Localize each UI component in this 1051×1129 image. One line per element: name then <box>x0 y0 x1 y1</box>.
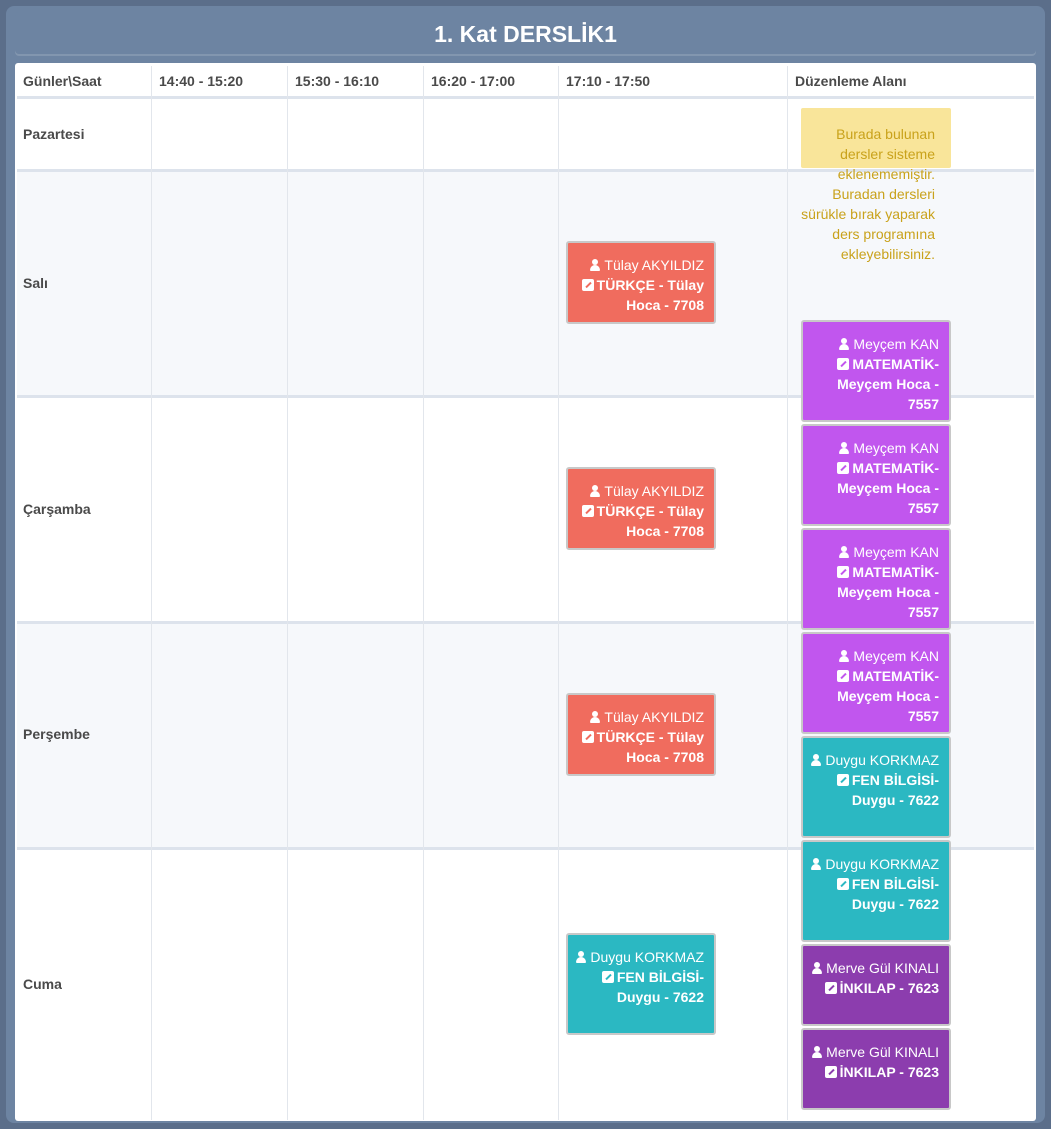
user-icon <box>838 650 850 662</box>
lesson-teacher: Tülay AKYILDIZ <box>604 483 704 499</box>
pool-course: MATEMATİK-Meyçem Hoca - 7557 <box>837 564 939 620</box>
pool-teacher: Meyçem KAN <box>853 544 939 560</box>
lesson-teacher: Duygu KORKMAZ <box>590 949 704 965</box>
user-icon <box>575 951 587 963</box>
pool-course: MATEMATİK-Meyçem Hoca - 7557 <box>837 356 939 412</box>
pool-card-inkilap[interactable]: Merve Gül KINALI İNKILAP - 7623 <box>801 944 951 1026</box>
pool-teacher: Merve Gül KINALI <box>826 960 939 976</box>
edit-icon <box>581 731 594 743</box>
pool-teacher: Duygu KORKMAZ <box>825 856 939 872</box>
column-divider <box>787 66 788 1120</box>
pool-card-matematik[interactable]: Meyçem KAN MATEMATİK-Meyçem Hoca - 7557 <box>801 320 951 422</box>
user-icon <box>810 754 822 766</box>
lesson-course: FEN BİLGİSİ-Duygu - 7622 <box>616 969 704 1005</box>
user-icon <box>811 1046 823 1058</box>
column-divider <box>151 66 152 1120</box>
pool-teacher: Meyçem KAN <box>853 336 939 352</box>
pool-course: FEN BİLGİSİ-Duygu - 7622 <box>851 876 939 912</box>
user-icon <box>811 962 823 974</box>
user-icon <box>838 442 850 454</box>
lesson-teacher: Tülay AKYILDIZ <box>604 709 704 725</box>
pool-course: MATEMATİK-Meyçem Hoca - 7557 <box>837 460 939 516</box>
pool-teacher: Meyçem KAN <box>853 440 939 456</box>
header-days-hours: Günler\Saat <box>23 73 102 89</box>
pool-course: İNKILAP - 7623 <box>839 1064 939 1080</box>
edit-icon <box>836 878 849 890</box>
day-label-carsamba: Çarşamba <box>23 501 91 517</box>
edit-icon <box>837 358 850 370</box>
edit-icon <box>837 670 850 682</box>
lesson-card-fen[interactable]: Duygu KORKMAZ FEN BİLGİSİ-Duygu - 7622 <box>566 933 716 1035</box>
lesson-teacher: Tülay AKYILDIZ <box>604 257 704 273</box>
edit-icon <box>824 1066 837 1078</box>
header-slot-3: 16:20 - 17:00 <box>431 73 516 89</box>
lesson-card-turkce[interactable]: Tülay AKYILDIZ TÜRKÇE - Tülay Hoca - 770… <box>566 693 716 776</box>
user-icon <box>589 259 601 271</box>
pool-course: İNKILAP - 7623 <box>839 980 939 996</box>
header-slot-1: 14:40 - 15:20 <box>159 73 244 89</box>
pool-course: MATEMATİK-Meyçem Hoca - 7557 <box>837 668 939 724</box>
user-icon <box>838 338 850 350</box>
day-label-persembe: Perşembe <box>23 726 90 742</box>
day-label-cuma: Cuma <box>23 976 62 992</box>
pool-card-matematik[interactable]: Meyçem KAN MATEMATİK-Meyçem Hoca - 7557 <box>801 632 951 734</box>
header-slot-4: 17:10 - 17:50 <box>566 73 651 89</box>
header-edit-area: Düzenleme Alanı <box>795 73 907 89</box>
day-label-pazartesi: Pazartesi <box>23 126 85 142</box>
pool-card-matematik[interactable]: Meyçem KAN MATEMATİK-Meyçem Hoca - 7557 <box>801 528 951 630</box>
pool-card-matematik[interactable]: Meyçem KAN MATEMATİK-Meyçem Hoca - 7557 <box>801 424 951 526</box>
pool-teacher: Duygu KORKMAZ <box>825 752 939 768</box>
edit-icon <box>837 462 850 474</box>
page-title: 1. Kat DERSLİK1 <box>15 12 1036 56</box>
pool-teacher: Meyçem KAN <box>853 648 939 664</box>
edit-icon <box>824 982 837 994</box>
lesson-card-turkce[interactable]: Tülay AKYILDIZ TÜRKÇE - Tülay Hoca - 770… <box>566 241 716 324</box>
lesson-course: TÜRKÇE - Tülay Hoca - 7708 <box>596 729 704 765</box>
lesson-course: TÜRKÇE - Tülay Hoca - 7708 <box>596 503 704 539</box>
user-icon <box>838 546 850 558</box>
user-icon <box>589 711 601 723</box>
lesson-course: TÜRKÇE - Tülay Hoca - 7708 <box>596 277 704 313</box>
pool-card-fen[interactable]: Duygu KORKMAZ FEN BİLGİSİ-Duygu - 7622 <box>801 840 951 942</box>
pool-card-inkilap[interactable]: Merve Gül KINALI İNKILAP - 7623 <box>801 1028 951 1110</box>
pool-teacher: Merve Gül KINALI <box>826 1044 939 1060</box>
edit-icon <box>837 566 850 578</box>
header-slot-2: 15:30 - 16:10 <box>295 73 380 89</box>
user-icon <box>589 485 601 497</box>
column-divider <box>423 66 424 1120</box>
edit-icon <box>581 279 594 291</box>
pool-card-fen[interactable]: Duygu KORKMAZ FEN BİLGİSİ-Duygu - 7622 <box>801 736 951 838</box>
lesson-card-turkce[interactable]: Tülay AKYILDIZ TÜRKÇE - Tülay Hoca - 770… <box>566 467 716 550</box>
column-divider <box>558 66 559 1120</box>
edit-icon <box>836 774 849 786</box>
day-label-sali: Salı <box>23 275 48 291</box>
column-divider <box>287 66 288 1120</box>
pool-course: FEN BİLGİSİ-Duygu - 7622 <box>851 772 939 808</box>
info-note-text: Burada bulunan dersler sisteme eklenemem… <box>801 126 935 262</box>
user-icon <box>810 858 822 870</box>
edit-icon <box>601 971 614 983</box>
edit-icon <box>581 505 594 517</box>
